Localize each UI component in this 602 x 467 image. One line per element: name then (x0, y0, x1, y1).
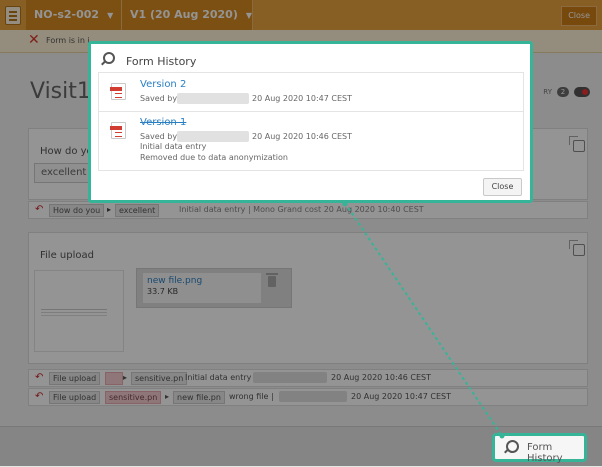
version-note: Initial data entry (140, 142, 207, 151)
pdf-icon (110, 83, 126, 100)
form-history-modal: Form History Version 2 Saved by 20 Aug 2… (88, 41, 533, 203)
modal-close-button[interactable]: Close (483, 178, 522, 196)
version-timestamp: 20 Aug 2020 10:47 CEST (252, 94, 352, 103)
version-row: Version 1 Saved by 20 Aug 2020 10:46 CES… (98, 111, 524, 171)
pdf-icon (110, 122, 126, 139)
version-link[interactable]: Version 1 (140, 117, 186, 128)
redacted-user (177, 93, 249, 104)
version-note: Removed due to data anonymization (140, 153, 288, 162)
redacted-user (177, 131, 249, 142)
version-row: Version 2 Saved by 20 Aug 2020 10:47 CES… (98, 72, 524, 112)
version-link[interactable]: Version 2 (140, 79, 186, 90)
version-timestamp: 20 Aug 2020 10:46 CEST (252, 132, 352, 141)
saved-by-label: Saved by (140, 94, 178, 103)
search-icon (103, 52, 115, 64)
modal-title: Form History (126, 55, 197, 68)
saved-by-label: Saved by (140, 132, 178, 141)
